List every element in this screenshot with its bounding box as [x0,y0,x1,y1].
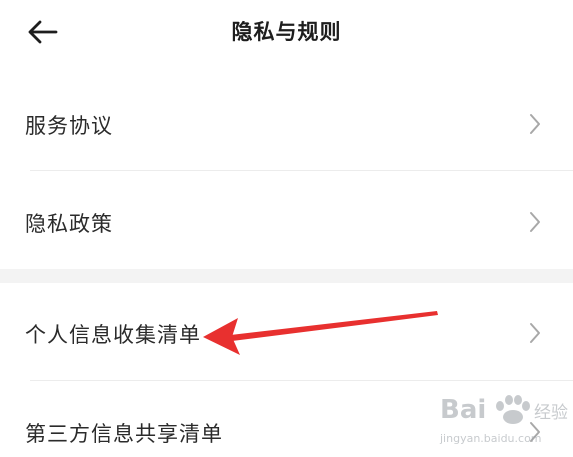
menu-item-personal-info-list[interactable]: 个人信息收集清单 [0,283,573,380]
menu-item-service-agreement[interactable]: 服务协议 [0,76,573,170]
watermark-url: jingyan.baidu.com [439,432,542,445]
watermark-brand-2: 经验 [534,403,568,423]
menu-item-privacy-policy[interactable]: 隐私政策 [0,171,573,269]
page-title: 隐私与规则 [231,20,342,44]
chevron-right-icon [530,323,540,343]
section-separator [0,269,573,283]
chevron-right-icon [530,114,540,134]
menu-item-label: 个人信息收集清单 [25,323,201,347]
paw-icon [496,395,530,424]
menu-item-label: 服务协议 [25,114,113,138]
menu-item-label: 第三方信息共享清单 [25,422,223,446]
baidu-jingyan-watermark: Bai 经验 jingyan.baidu.com [439,395,568,445]
chevron-right-icon [530,212,540,232]
menu-item-label: 隐私政策 [25,212,113,236]
top-bar: 隐私与规则 [0,0,573,66]
watermark-brand: Bai [440,395,486,425]
